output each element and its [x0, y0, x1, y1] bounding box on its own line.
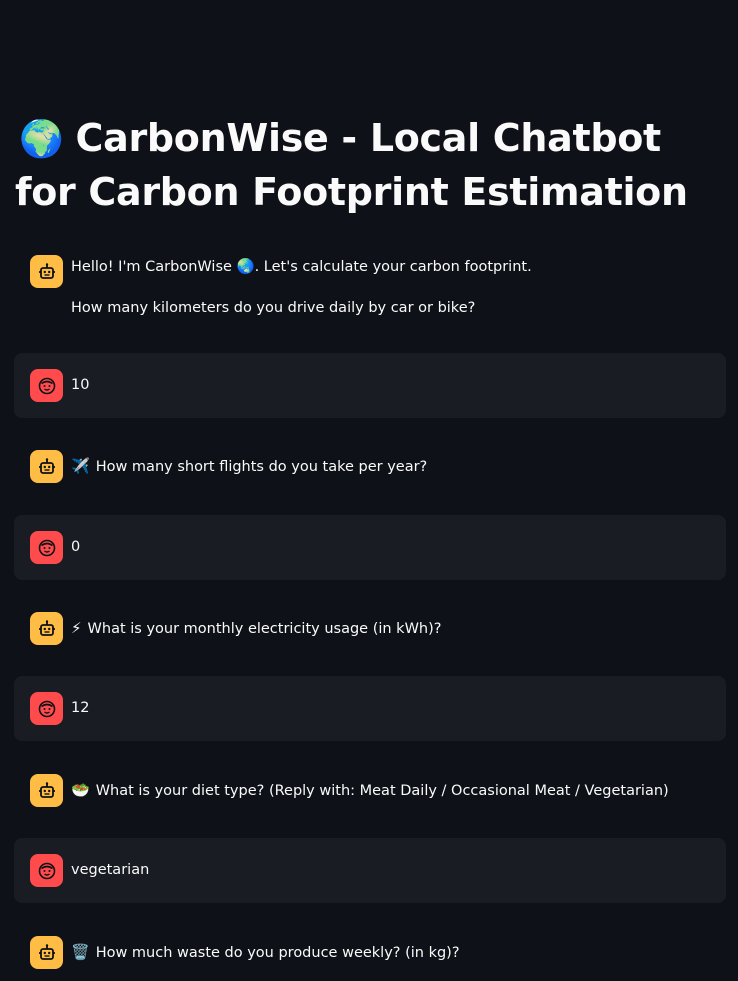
message-text: ✈️ How many short flights do you take per… — [71, 456, 427, 477]
globe-icon: 🌍 — [19, 119, 64, 160]
robot-icon — [30, 255, 63, 288]
robot-icon — [30, 936, 63, 969]
page-title-text: CarbonWise - Local Chatbot for Carbon Fo… — [15, 116, 688, 214]
robot-icon — [30, 450, 63, 483]
message-text: Hello! I'm CarbonWise 🌏. Let's calculate… — [71, 259, 532, 275]
face-icon — [30, 692, 63, 725]
chat-message-assistant: Hello! I'm CarbonWise 🌏. Let's calculate… — [14, 243, 726, 339]
airplane-icon: ✈️ — [71, 457, 90, 475]
chat-message-assistant: ⚡ What is your monthly electricity usage … — [14, 598, 726, 658]
face-icon — [30, 854, 63, 887]
message-text: 12 — [71, 700, 90, 716]
message-text: vegetarian — [71, 862, 150, 878]
chat-message-user: 12 — [14, 676, 726, 741]
chat-message-assistant: 🗑️ How much waste do you produce weekly? … — [14, 922, 726, 981]
robot-icon — [30, 612, 63, 645]
message-text-content: How much waste do you produce weekly? (i… — [95, 945, 460, 961]
message-text: 0 — [71, 539, 81, 555]
message-text-content: What is your diet type? (Reply with: Mea… — [95, 783, 669, 799]
chat-message-user: 10 — [14, 353, 726, 418]
message-text: ⚡ What is your monthly electricity usage … — [71, 618, 441, 639]
chat-message-assistant: ✈️ How many short flights do you take per… — [14, 436, 726, 496]
message-text: How many kilometers do you drive daily b… — [71, 300, 476, 316]
salad-icon: 🥗 — [71, 781, 90, 799]
face-icon — [30, 369, 63, 402]
trash-icon: 🗑️ — [71, 943, 90, 961]
message-text-content: How many short flights do you take per y… — [95, 459, 428, 475]
chat-message-assistant: 🥗 What is your diet type? (Reply with: Me… — [14, 760, 726, 820]
chat-message-user: vegetarian — [14, 838, 726, 903]
message-text: 10 — [71, 377, 90, 393]
face-icon — [30, 531, 63, 564]
chat-message-user: 0 — [14, 515, 726, 580]
message-text: 🥗 What is your diet type? (Reply with: Me… — [71, 780, 669, 801]
page-title: 🌍 CarbonWise - Local Chatbot for Carbon F… — [15, 112, 715, 219]
message-text-content: What is your monthly electricity usage (… — [87, 621, 442, 637]
message-text: 🗑️ How much waste do you produce weekly? … — [71, 942, 460, 963]
robot-icon — [30, 774, 63, 807]
lightning-icon: ⚡ — [71, 619, 82, 637]
